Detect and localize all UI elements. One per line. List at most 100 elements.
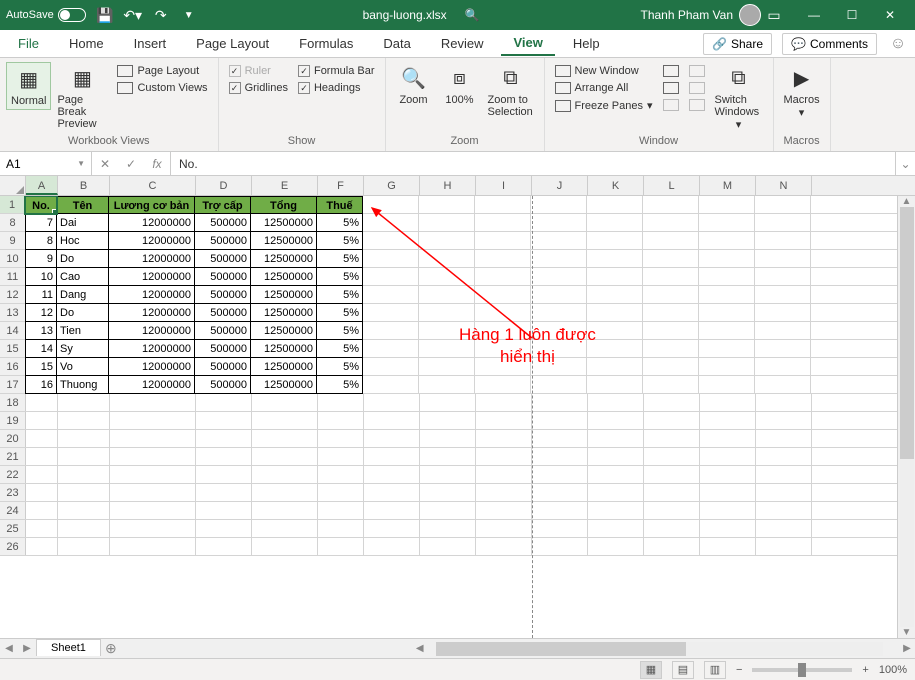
cell[interactable] xyxy=(364,484,420,501)
cell[interactable]: 12500000 xyxy=(251,322,317,340)
cell[interactable] xyxy=(700,466,756,483)
cell[interactable] xyxy=(699,232,755,249)
cell[interactable] xyxy=(476,520,532,537)
cell[interactable] xyxy=(532,412,588,429)
sync-scroll-button[interactable] xyxy=(685,81,709,95)
cell[interactable]: 12000000 xyxy=(109,214,195,232)
qat-dropdown-icon[interactable]: ▼ xyxy=(176,3,202,27)
cell[interactable] xyxy=(420,466,476,483)
cell[interactable] xyxy=(252,412,318,429)
cell[interactable] xyxy=(587,250,643,267)
cell[interactable] xyxy=(318,538,364,555)
cell[interactable]: 5% xyxy=(317,268,363,286)
cell[interactable] xyxy=(700,430,756,447)
cell[interactable] xyxy=(755,322,811,339)
cell[interactable]: 5% xyxy=(317,376,363,394)
cell[interactable] xyxy=(252,484,318,501)
cell[interactable] xyxy=(699,376,755,393)
cell[interactable] xyxy=(588,412,644,429)
cell[interactable] xyxy=(196,502,252,519)
cell[interactable] xyxy=(196,466,252,483)
cell[interactable] xyxy=(419,304,475,321)
cell[interactable] xyxy=(643,322,699,339)
cell[interactable] xyxy=(588,502,644,519)
tab-formulas[interactable]: Formulas xyxy=(287,32,365,55)
cell[interactable] xyxy=(644,412,700,429)
cell[interactable]: 500000 xyxy=(195,304,251,322)
cell[interactable] xyxy=(26,484,58,501)
cell[interactable] xyxy=(755,250,811,267)
cell[interactable]: 12500000 xyxy=(251,268,317,286)
cell[interactable] xyxy=(252,430,318,447)
sheet-tab[interactable]: Sheet1 xyxy=(36,639,101,656)
row-header[interactable]: 17 xyxy=(0,376,26,393)
cell[interactable] xyxy=(644,538,700,555)
cell[interactable] xyxy=(420,502,476,519)
feedback-icon[interactable]: ☺ xyxy=(887,35,909,53)
cell[interactable] xyxy=(644,448,700,465)
cell[interactable] xyxy=(756,466,812,483)
column-header[interactable]: M xyxy=(700,176,756,195)
cell[interactable] xyxy=(644,394,700,411)
cell[interactable] xyxy=(58,466,110,483)
cell[interactable]: 12000000 xyxy=(109,250,195,268)
cell[interactable] xyxy=(475,250,531,267)
cell[interactable]: 14 xyxy=(25,340,57,358)
hscroll-right[interactable]: ▶ xyxy=(899,643,915,654)
cell[interactable] xyxy=(699,340,755,357)
cell[interactable] xyxy=(420,520,476,537)
cell[interactable]: 9 xyxy=(25,250,57,268)
cell[interactable] xyxy=(196,538,252,555)
cell[interactable] xyxy=(58,394,110,411)
cell[interactable] xyxy=(318,394,364,411)
cell[interactable] xyxy=(363,250,419,267)
cell[interactable]: 5% xyxy=(317,304,363,322)
hide-button[interactable] xyxy=(659,81,683,95)
tab-home[interactable]: Home xyxy=(57,32,116,55)
cell[interactable]: Dang xyxy=(57,286,109,304)
column-header[interactable]: K xyxy=(588,176,644,195)
column-header[interactable]: H xyxy=(420,176,476,195)
cell[interactable]: 500000 xyxy=(195,340,251,358)
cell[interactable]: 12500000 xyxy=(251,304,317,322)
cell[interactable] xyxy=(475,322,531,339)
cell[interactable]: 12000000 xyxy=(109,286,195,304)
cell[interactable] xyxy=(756,502,812,519)
cell[interactable] xyxy=(364,394,420,411)
cell[interactable] xyxy=(587,376,643,393)
row-header[interactable]: 9 xyxy=(0,232,26,249)
comments-button[interactable]: 💬 Comments xyxy=(782,33,877,55)
tab-help[interactable]: Help xyxy=(561,32,612,55)
cell[interactable]: 12500000 xyxy=(251,232,317,250)
row-header[interactable]: 11 xyxy=(0,268,26,285)
cell[interactable] xyxy=(58,412,110,429)
cell[interactable] xyxy=(419,376,475,393)
formulabar-checkbox[interactable]: ✓Formula Bar xyxy=(294,64,379,78)
cell[interactable] xyxy=(643,286,699,303)
zoom-100-button[interactable]: ⧈100% xyxy=(438,62,482,108)
pagebreak-view-icon[interactable]: ▥ xyxy=(704,661,726,679)
cell[interactable] xyxy=(420,484,476,501)
cell[interactable]: 7 xyxy=(25,214,57,232)
tab-pagelayout[interactable]: Page Layout xyxy=(184,32,281,55)
cell[interactable]: 16 xyxy=(25,376,57,394)
cell[interactable] xyxy=(643,196,699,213)
column-header[interactable]: J xyxy=(532,176,588,195)
tab-nav-next[interactable]: ▶ xyxy=(18,643,36,654)
unhide-button[interactable] xyxy=(659,98,683,112)
cell[interactable] xyxy=(531,340,587,357)
row-header[interactable]: 16 xyxy=(0,358,26,375)
cell[interactable] xyxy=(532,520,588,537)
vertical-scrollbar[interactable]: ▲ ▼ xyxy=(897,196,915,638)
cell[interactable] xyxy=(475,358,531,375)
cell[interactable] xyxy=(26,538,58,555)
cell[interactable] xyxy=(26,394,58,411)
cell[interactable]: 500000 xyxy=(195,250,251,268)
cell[interactable] xyxy=(364,448,420,465)
cell[interactable] xyxy=(699,358,755,375)
tab-review[interactable]: Review xyxy=(429,32,496,55)
cell[interactable] xyxy=(531,322,587,339)
cell[interactable]: 500000 xyxy=(195,322,251,340)
cell[interactable] xyxy=(532,394,588,411)
cell[interactable] xyxy=(531,250,587,267)
